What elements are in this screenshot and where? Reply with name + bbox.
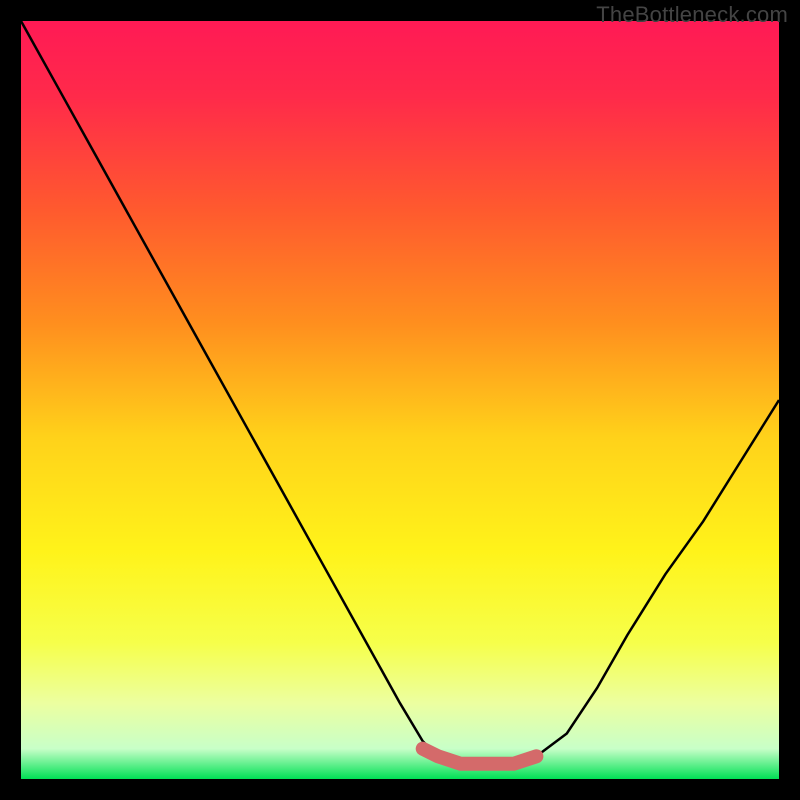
gradient-background [21,21,779,779]
plot-area [21,21,779,779]
watermark-text: TheBottleneck.com [596,2,788,28]
chart-container: TheBottleneck.com [0,0,800,800]
bottleneck-chart-svg [21,21,779,779]
